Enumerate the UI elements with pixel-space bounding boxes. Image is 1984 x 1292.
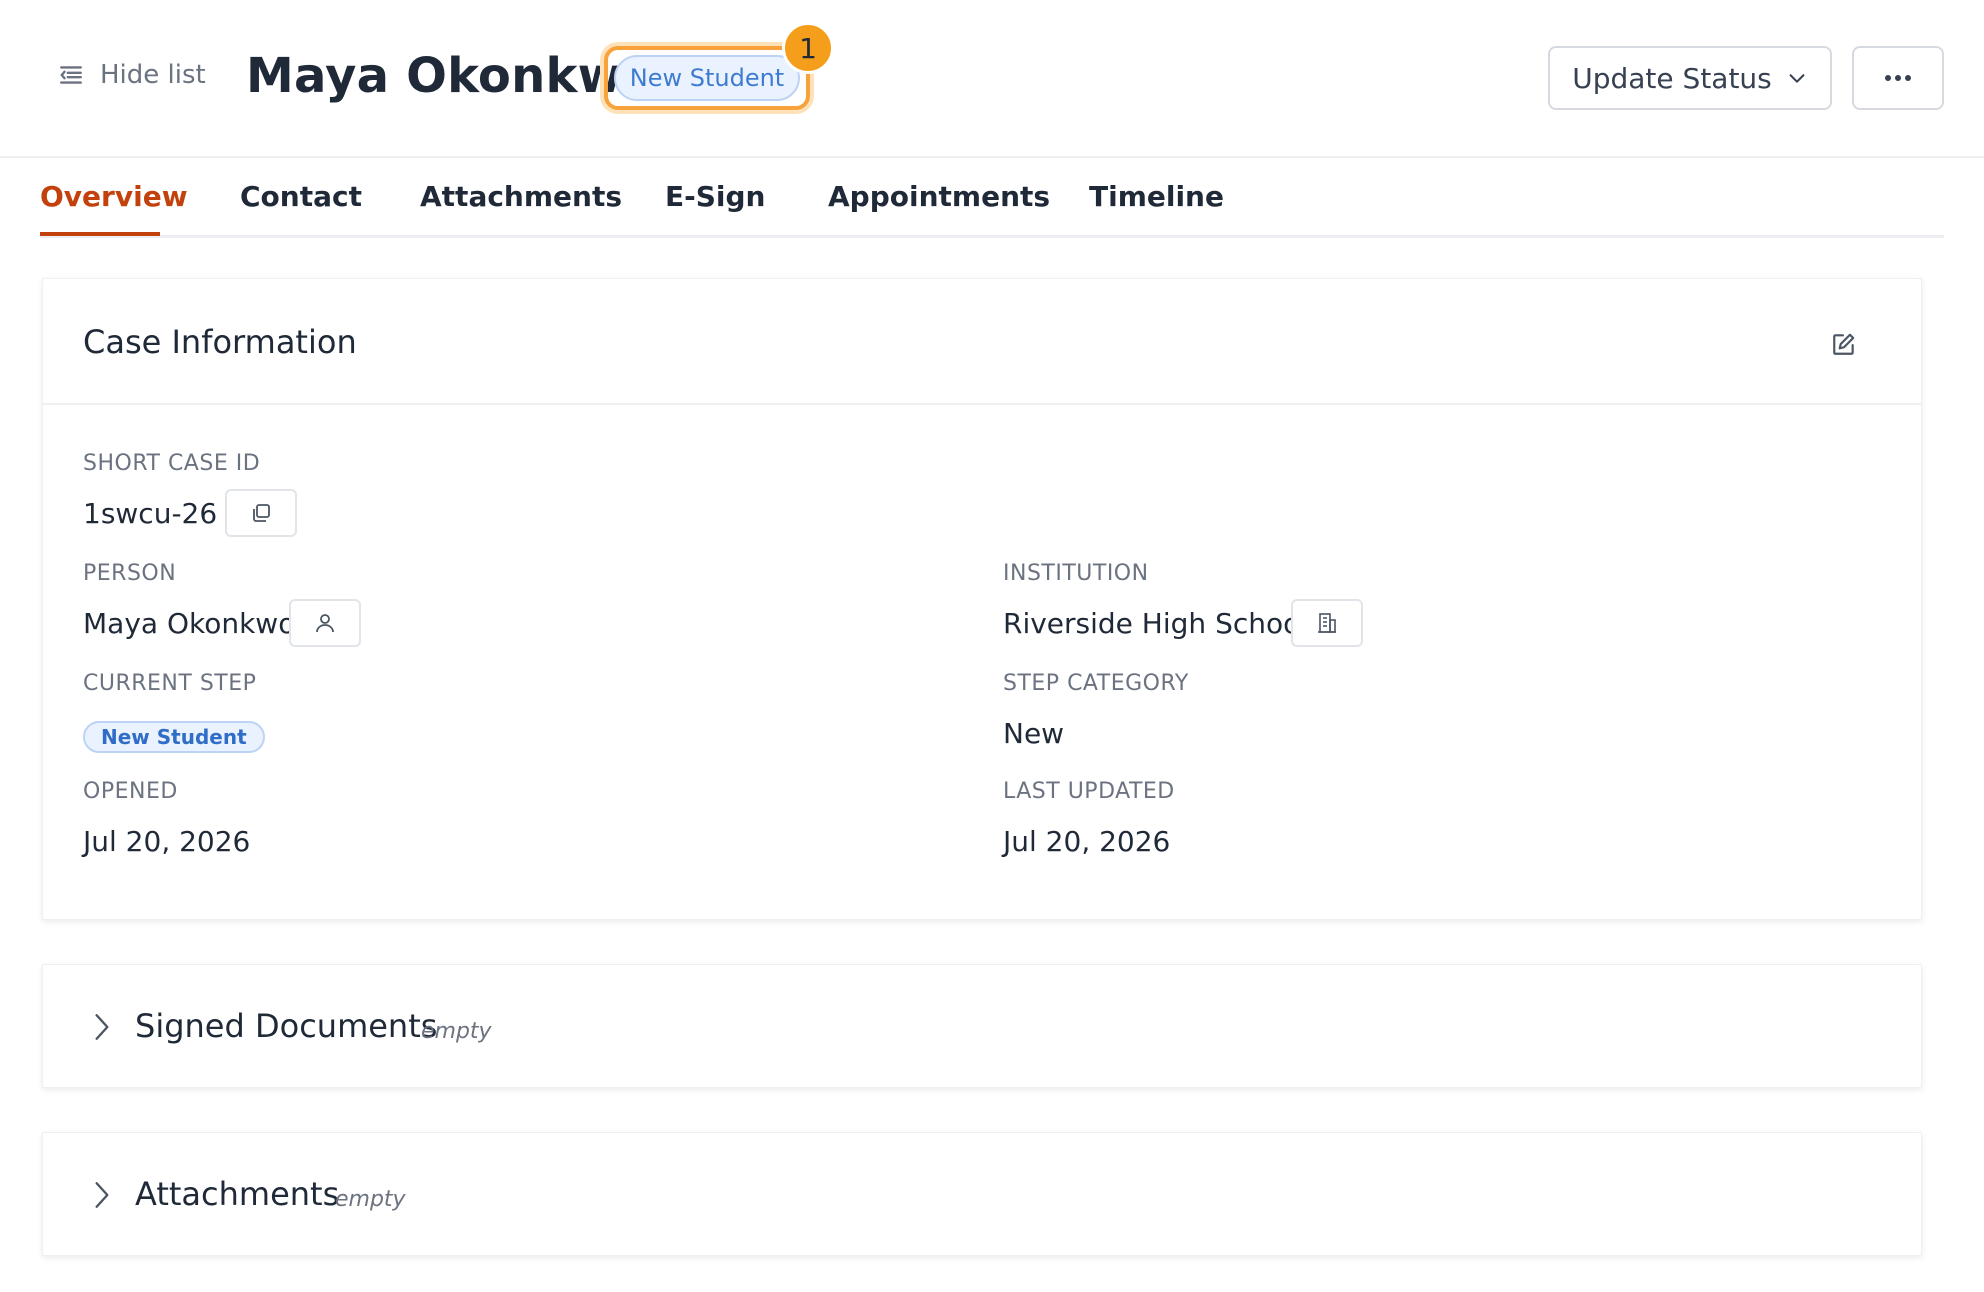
person-label: PERSON	[83, 561, 177, 586]
status-badge[interactable]: New Student	[614, 55, 800, 101]
open-person-button[interactable]	[289, 599, 361, 647]
last-updated-value: Jul 20, 2026	[1003, 825, 1171, 858]
case-information-title: Case Information	[83, 323, 357, 361]
tab-attachments[interactable]: Attachments	[420, 180, 622, 213]
list-icon	[60, 66, 82, 84]
copy-case-id-button[interactable]	[225, 489, 297, 537]
notification-count-badge: 1	[782, 22, 834, 74]
tab-overview[interactable]: Overview	[40, 180, 188, 213]
tab-bar: Overview Contact Attachments E-Sign Appo…	[40, 158, 1944, 238]
attachments-title: Attachments	[135, 1175, 340, 1213]
opened-value: Jul 20, 2026	[83, 825, 251, 858]
signed-documents-title: Signed Documents	[135, 1007, 438, 1045]
last-updated-label: LAST UPDATED	[1003, 779, 1175, 804]
page-header: Hide list Maya Okonkwo New Student 1 Upd…	[0, 0, 1984, 158]
institution-value: Riverside High School	[1003, 607, 1309, 640]
case-information-card: Case Information SHORT CASE ID 1swcu-26 …	[42, 278, 1922, 920]
signed-documents-empty-tag: empty	[421, 1019, 492, 1044]
short-case-id-value: 1swcu-26	[83, 497, 218, 530]
edit-icon[interactable]	[1831, 331, 1857, 357]
copy-icon	[253, 504, 270, 522]
update-status-label: Update Status	[1572, 61, 1772, 95]
chevron-right-icon[interactable]	[89, 1011, 115, 1043]
open-institution-button[interactable]	[1291, 599, 1363, 647]
current-step-badge: New Student	[83, 721, 265, 753]
attachments-section[interactable]: Attachments empty	[42, 1132, 1922, 1256]
case-information-header: Case Information	[43, 279, 1921, 405]
step-category-label: STEP CATEGORY	[1003, 671, 1189, 696]
building-icon	[1318, 613, 1336, 633]
user-icon	[316, 614, 334, 633]
tab-appointments[interactable]: Appointments	[828, 180, 1050, 213]
active-tab-indicator	[40, 232, 160, 236]
person-value: Maya Okonkwo	[83, 607, 296, 640]
hide-list-button[interactable]: Hide list	[58, 60, 206, 90]
institution-label: INSTITUTION	[1003, 561, 1149, 586]
page-title: Maya Okonkwo	[246, 48, 656, 104]
step-category-value: New	[1003, 717, 1065, 750]
chevron-right-icon[interactable]	[89, 1179, 115, 1211]
tab-e-sign[interactable]: E-Sign	[665, 180, 766, 213]
attachments-empty-tag: empty	[335, 1187, 406, 1212]
chevron-down-icon	[1789, 74, 1805, 83]
status-badge-highlight[interactable]: New Student	[604, 46, 810, 110]
more-dots-icon	[1885, 75, 1911, 81]
tab-contact[interactable]: Contact	[240, 180, 362, 213]
opened-label: OPENED	[83, 779, 178, 804]
update-status-button[interactable]: Update Status	[1548, 46, 1832, 110]
signed-documents-section[interactable]: Signed Documents empty	[42, 964, 1922, 1088]
more-options-button[interactable]	[1852, 46, 1944, 110]
hide-list-label: Hide list	[100, 60, 206, 90]
tab-timeline[interactable]: Timeline	[1089, 180, 1224, 213]
short-case-id-label: SHORT CASE ID	[83, 451, 261, 476]
current-step-label: CURRENT STEP	[83, 671, 257, 696]
